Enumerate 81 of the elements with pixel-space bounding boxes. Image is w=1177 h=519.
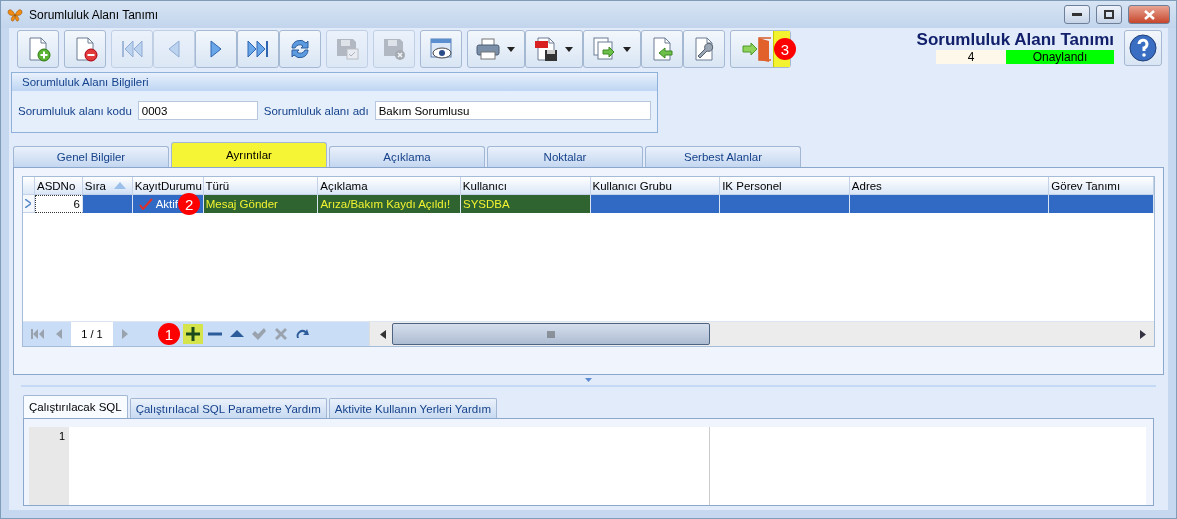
first-record-icon bbox=[29, 326, 45, 342]
cross-icon bbox=[273, 326, 289, 342]
add-button[interactable] bbox=[183, 324, 203, 344]
scrollbar-thumb[interactable] bbox=[392, 323, 710, 345]
row-pointer-icon bbox=[25, 199, 32, 208]
table-cell: Mesaj Gönder bbox=[203, 195, 319, 213]
help-icon bbox=[1128, 33, 1158, 63]
butterfly-icon bbox=[7, 6, 23, 23]
scroll-left-icon bbox=[380, 329, 386, 339]
minimize-icon bbox=[1072, 12, 1082, 17]
tab[interactable]: Çalıştırılacak SQL bbox=[23, 395, 128, 418]
column-header[interactable]: Sıra bbox=[82, 177, 133, 195]
exit-button[interactable] bbox=[730, 30, 791, 68]
column-header[interactable]: Görev Tanımı bbox=[1049, 177, 1154, 195]
window-title: Sorumluluk Alanı Tanımı bbox=[29, 7, 160, 22]
close-icon bbox=[1143, 9, 1155, 20]
dropdown-caret-icon bbox=[565, 46, 573, 52]
print-button[interactable] bbox=[467, 30, 525, 68]
pdf-button[interactable] bbox=[525, 30, 583, 68]
grip-icon bbox=[547, 330, 555, 338]
column-header[interactable]: Kullanıcı Grubu bbox=[590, 177, 721, 195]
column-header[interactable]: KayıtDurumu bbox=[132, 177, 204, 195]
form-title: Sorumluluk Alanı Tanımı bbox=[916, 30, 1114, 50]
minimize-button[interactable] bbox=[1064, 5, 1090, 24]
check-icon bbox=[251, 326, 267, 342]
record-number: 4 bbox=[936, 50, 1006, 64]
next-button[interactable] bbox=[195, 30, 237, 68]
column-header[interactable]: Açıklama bbox=[318, 177, 461, 195]
group-title: Sorumluluk Alanı Bilgileri bbox=[12, 73, 657, 91]
printer-icon bbox=[475, 36, 501, 62]
tab[interactable]: Ayrıntılar bbox=[171, 142, 327, 167]
help-button[interactable] bbox=[1124, 30, 1162, 66]
tab[interactable]: Serbest Alanlar bbox=[645, 146, 801, 167]
maximize-icon bbox=[1104, 10, 1114, 19]
table-cell: SYSDBA bbox=[460, 195, 591, 213]
page-indicator: 1 / 1 bbox=[71, 322, 113, 346]
text-field[interactable]: Bakım Sorumlusu bbox=[374, 101, 651, 120]
close-button[interactable] bbox=[1128, 5, 1170, 24]
line-number: 1 bbox=[58, 430, 65, 442]
column-header[interactable]: IK Personel bbox=[720, 177, 850, 195]
export-document-icon bbox=[591, 36, 617, 62]
tools-button[interactable] bbox=[683, 30, 725, 68]
tab[interactable]: Aktivite Kullanın Yerleri Yardım bbox=[328, 398, 497, 418]
save-icon bbox=[334, 36, 360, 62]
status-label: Onaylandı bbox=[1006, 50, 1114, 64]
dropdown-caret-icon bbox=[507, 46, 515, 52]
tab[interactable]: Çalıştırılacal SQL Parametre Yardım bbox=[129, 398, 327, 418]
table-cell: 6 bbox=[34, 195, 83, 213]
preview-window-icon bbox=[428, 36, 454, 62]
tab[interactable]: Noktalar bbox=[487, 146, 643, 167]
plus-icon bbox=[185, 326, 201, 342]
column-header[interactable]: ASDNo bbox=[34, 177, 83, 195]
splitter-caret-icon[interactable] bbox=[585, 378, 592, 382]
horizontal-scrollbar[interactable] bbox=[369, 322, 1154, 346]
new-button[interactable] bbox=[17, 30, 59, 68]
import-button[interactable] bbox=[641, 30, 683, 68]
dropdown-caret-icon bbox=[623, 46, 631, 52]
column-header[interactable]: Adres bbox=[849, 177, 1050, 195]
save-cancel-icon bbox=[381, 36, 407, 62]
number-badge: 2 bbox=[178, 193, 201, 215]
tab[interactable]: Genel Bilgiler bbox=[13, 146, 169, 167]
last-button[interactable] bbox=[237, 30, 279, 68]
table-cell: Aktif 2 bbox=[132, 195, 204, 213]
table-cell: Arıza/Bakım Kaydı Açıldı! bbox=[318, 195, 461, 213]
delete-button[interactable] bbox=[64, 30, 106, 68]
text-field[interactable]: 0003 bbox=[137, 101, 258, 120]
number-badge: 3 bbox=[774, 38, 796, 60]
check-icon bbox=[138, 198, 153, 210]
column-header[interactable]: Türü bbox=[203, 177, 319, 195]
field-label: Sorumluluk alanı kodu bbox=[18, 104, 132, 117]
scroll-right-icon bbox=[1140, 329, 1146, 339]
column-header[interactable]: Kullanıcı bbox=[460, 177, 591, 195]
preview-button[interactable] bbox=[420, 30, 462, 68]
field-label: Sorumluluk alanı adı bbox=[263, 104, 369, 117]
number-badge: 1 bbox=[158, 323, 180, 345]
tab[interactable]: Açıklama bbox=[329, 146, 485, 167]
row-indicator-header bbox=[23, 177, 35, 195]
pdf-save-icon bbox=[533, 36, 559, 62]
grid-row[interactable]: 6 Aktif 2 Mesaj Gönder Arıza/Bakım Kaydı Açıldı! SYSDBA bbox=[23, 195, 1154, 213]
maximize-button[interactable] bbox=[1096, 5, 1122, 24]
refresh-button[interactable] bbox=[279, 30, 321, 68]
